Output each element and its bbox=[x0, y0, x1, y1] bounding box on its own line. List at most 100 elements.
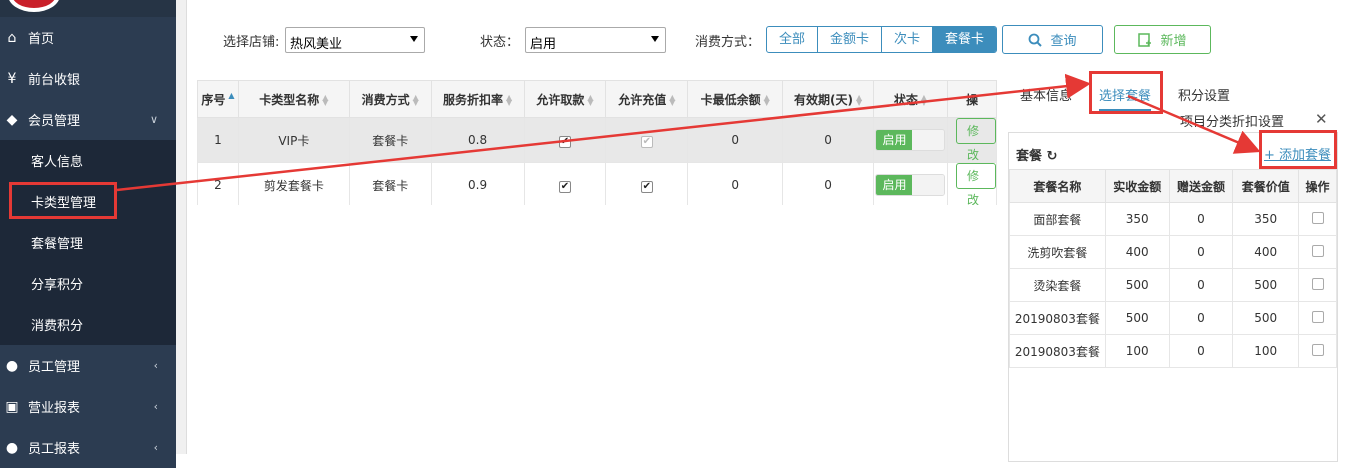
annotation-box-card-type bbox=[9, 182, 117, 219]
col-header[interactable]: 卡类型名称 ▲ ▼ bbox=[237, 80, 350, 118]
cell-value: 100 bbox=[1232, 334, 1300, 368]
store-select[interactable]: 热风美业 bbox=[285, 27, 425, 53]
sidebar-item-2[interactable]: ¥ 前台收银 bbox=[0, 58, 176, 99]
cell-gift: 0 bbox=[1168, 235, 1234, 269]
col-header: 套餐价值 bbox=[1232, 169, 1300, 203]
sidebar-scrollbar[interactable] bbox=[176, 0, 187, 454]
sort-asc-icon: ▲ bbox=[228, 90, 235, 100]
status-toggle[interactable]: 启用 bbox=[875, 129, 946, 151]
sort-icon: ▲ ▼ bbox=[506, 93, 513, 107]
sidebar-item-4[interactable]: 客人信息 bbox=[0, 140, 176, 181]
cell-withdraw: ✔ bbox=[523, 117, 607, 163]
card-type-table: 序号 ▲ 卡类型名称 ▲ ▼ 消费方式 ▲ ▼ 服务折扣率 ▲ ▼ 允许取款 ▲ ▼ 允许充值 ▲ ▼… bbox=[197, 80, 997, 205]
sidebar-item-8[interactable]: 消费积分 bbox=[0, 304, 176, 345]
checkbox[interactable]: ✔ bbox=[558, 180, 571, 193]
sidebar-item-label: 套餐管理 bbox=[31, 237, 84, 252]
package-checkbox[interactable] bbox=[1311, 343, 1324, 356]
col-header[interactable]: 允许取款 ▲ ▼ bbox=[523, 80, 607, 118]
sidebar: ⌂ 首页 ¥ 前台收银 ◆ 会员管理 ∨ 客人信息 卡类型管理 套餐管理 分享积分 消费积分 ● 员工管理… bbox=[0, 0, 176, 468]
query-button-label: 查询 bbox=[1050, 34, 1077, 49]
sidebar-item-9[interactable]: ● 员工管理 ‹ bbox=[0, 345, 176, 386]
sidebar-item-label: 员工报表 bbox=[28, 442, 81, 457]
cell-gift: 0 bbox=[1168, 268, 1234, 302]
cell-value: 500 bbox=[1232, 301, 1300, 335]
sidebar-item-1[interactable]: ⌂ 首页 bbox=[0, 17, 176, 58]
cell-action: 修改 bbox=[946, 117, 997, 163]
col-header[interactable]: 消费方式 ▲ ▼ bbox=[348, 80, 432, 118]
sort-icon: ▲ ▼ bbox=[322, 93, 329, 107]
sort-icon: ▲ ▼ bbox=[412, 93, 419, 107]
table-row[interactable]: 2 剪发套餐卡 套餐卡 0.9 ✔ ✔ 0 0 启用 修改 bbox=[197, 162, 997, 205]
method-amount-card[interactable]: 金额卡 bbox=[818, 27, 883, 52]
status-select-value: 启用 bbox=[530, 37, 557, 52]
tab-points-settings[interactable]: 积分设置 bbox=[1178, 85, 1230, 104]
sidebar-item-label: 前台收银 bbox=[28, 73, 81, 88]
col-header: 实收金额 bbox=[1104, 169, 1170, 203]
cell-select bbox=[1298, 235, 1337, 269]
consume-method-label: 消费方式： bbox=[695, 35, 761, 50]
sidebar-item-label: 分享积分 bbox=[31, 278, 84, 293]
col-header[interactable]: 状态 ▲ ▼ bbox=[872, 80, 948, 118]
cell-package-name: 20190803套餐 bbox=[1009, 301, 1106, 335]
cell-select bbox=[1298, 334, 1337, 368]
col-header[interactable]: 序号 ▲ bbox=[197, 80, 239, 118]
sidebar-item-3[interactable]: ◆ 会员管理 ∨ bbox=[0, 99, 176, 140]
checkbox[interactable]: ✔ bbox=[558, 135, 571, 148]
package-checkbox[interactable] bbox=[1311, 310, 1324, 323]
edit-button[interactable]: 修改 bbox=[955, 118, 996, 162]
cell-package-name: 洗剪吹套餐 bbox=[1009, 235, 1106, 269]
status-select[interactable]: 启用 bbox=[525, 27, 666, 53]
package-row: 烫染套餐 500 0 500 bbox=[1009, 268, 1337, 302]
cell-gift: 0 bbox=[1168, 301, 1234, 335]
edit-button[interactable]: 修改 bbox=[955, 163, 996, 205]
cell-no: 2 bbox=[197, 162, 239, 205]
cell-package-name: 面部套餐 bbox=[1009, 202, 1106, 236]
status-label: 状态： bbox=[480, 35, 520, 50]
chevron-down-icon bbox=[410, 36, 418, 42]
status-toggle-label: 启用 bbox=[876, 175, 913, 195]
checkbox[interactable]: ✔ bbox=[640, 180, 653, 193]
cell-value: 400 bbox=[1232, 235, 1300, 269]
cell-value: 500 bbox=[1232, 268, 1300, 302]
query-button[interactable]: 查询 bbox=[1002, 25, 1103, 54]
table-row[interactable]: 1 VIP卡 套餐卡 0.8 ✔ ✔ 0 0 启用 修改 bbox=[197, 117, 997, 163]
package-row: 20190803套餐 100 0 100 bbox=[1009, 334, 1337, 368]
package-table: 套餐名称 实收金额 赠送金额 套餐价值 操作 面部套餐 350 0 350 洗剪吹套餐 4… bbox=[1009, 169, 1337, 368]
col-header[interactable]: 卡最低余额 ▲ ▼ bbox=[687, 80, 784, 118]
checkbox[interactable]: ✔ bbox=[640, 135, 653, 148]
col-header[interactable]: 允许充值 ▲ ▼ bbox=[605, 80, 689, 118]
method-all[interactable]: 全部 bbox=[767, 27, 819, 52]
close-icon[interactable]: ✕ bbox=[1315, 110, 1328, 128]
refresh-icon[interactable]: ↻ bbox=[1047, 149, 1058, 164]
home-icon: ⌂ bbox=[7, 29, 17, 46]
chevron-down-icon: ∨ bbox=[149, 113, 158, 126]
tab-basic-info[interactable]: 基本信息 bbox=[1020, 85, 1072, 104]
sort-icon: ▲ ▼ bbox=[763, 93, 770, 107]
user-chart-icon: ● bbox=[5, 439, 19, 456]
cell-method: 套餐卡 bbox=[348, 162, 432, 205]
sidebar-item-7[interactable]: 分享积分 bbox=[0, 263, 176, 304]
package-checkbox[interactable] bbox=[1311, 277, 1324, 290]
sidebar-item-10[interactable]: ▣ 营业报表 ‹ bbox=[0, 386, 176, 427]
diamond-icon: ◆ bbox=[6, 111, 18, 128]
sidebar-item-label: 首页 bbox=[28, 32, 55, 47]
method-package-card[interactable]: 套餐卡 bbox=[933, 27, 997, 52]
add-button[interactable]: 新增 bbox=[1114, 25, 1211, 54]
method-count-card[interactable]: 次卡 bbox=[882, 27, 934, 52]
col-header: 套餐名称 bbox=[1009, 169, 1106, 203]
package-checkbox[interactable] bbox=[1311, 211, 1324, 224]
sidebar-item-6[interactable]: 套餐管理 bbox=[0, 222, 176, 263]
col-header[interactable]: 有效期(天) ▲ ▼ bbox=[782, 80, 874, 118]
cell-package-name: 烫染套餐 bbox=[1009, 268, 1106, 302]
col-header[interactable]: 服务折扣率 ▲ ▼ bbox=[430, 80, 525, 118]
sidebar-item-11[interactable]: ● 员工报表 ‹ bbox=[0, 427, 176, 468]
cell-method: 套餐卡 bbox=[348, 117, 432, 163]
status-toggle[interactable]: 启用 bbox=[875, 174, 946, 196]
cell-package-name: 20190803套餐 bbox=[1009, 334, 1106, 368]
sort-icon: ▲ ▼ bbox=[669, 93, 676, 107]
package-checkbox[interactable] bbox=[1311, 244, 1324, 257]
cell-action: 修改 bbox=[946, 162, 997, 205]
yen-icon: ¥ bbox=[7, 70, 17, 87]
col-header[interactable]: 操 bbox=[946, 80, 997, 118]
tab-category-discount[interactable]: 项目分类折扣设置 bbox=[1180, 111, 1284, 130]
